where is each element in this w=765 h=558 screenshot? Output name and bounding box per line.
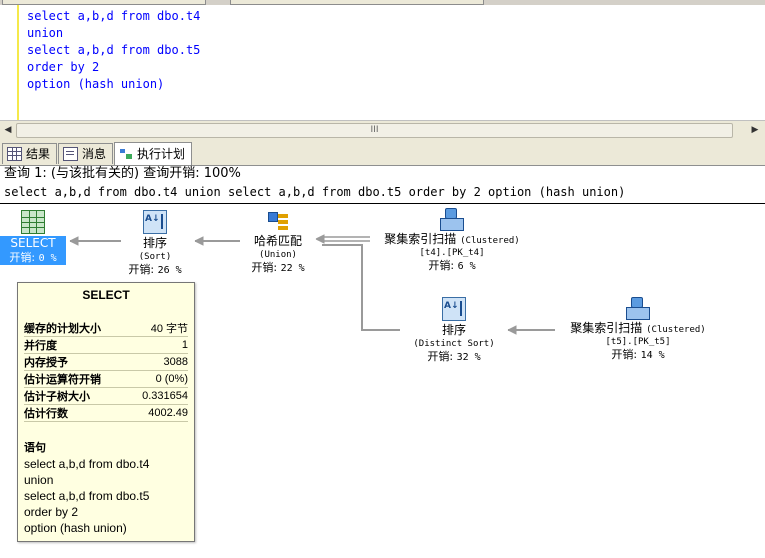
scroll-left-icon[interactable]: ◀ xyxy=(1,123,15,137)
property-row: 并行度 1 xyxy=(24,336,188,354)
hash-match-icon xyxy=(266,210,290,232)
operator-clustered-scan-t5[interactable]: 聚集索引扫描 (Clustered) [t5].[PK_t5] 开销: 14 % xyxy=(558,297,718,362)
operator-clustered-scan-t4[interactable]: 聚集索引扫描 (Clustered) [t4].[PK_t4] 开销: 6 % xyxy=(372,208,532,273)
code-line: option (hash union) xyxy=(27,77,165,91)
tab-messages[interactable]: 消息 xyxy=(58,143,114,164)
table-result-icon xyxy=(21,210,45,234)
operator-cost: 6 % xyxy=(457,261,476,272)
tooltip-title: SELECT xyxy=(82,288,130,302)
sort-icon xyxy=(442,297,466,321)
operator-sort[interactable]: 排序 (Sort) 开销: 26 % xyxy=(115,210,195,277)
grid-icon xyxy=(7,147,22,161)
tab-label: 消息 xyxy=(82,147,107,161)
operator-distinct-sort[interactable]: 排序 (Distinct Sort) 开销: 32 % xyxy=(400,297,508,364)
operator-object: [t5].[PK_t5] xyxy=(605,337,671,347)
editor-change-margin xyxy=(17,5,19,120)
operator-cost: 14 % xyxy=(640,350,665,361)
operator-type: (Union) xyxy=(259,250,297,260)
property-row: 估计子树大小 0.331654 xyxy=(24,387,188,405)
clustered-index-scan-icon xyxy=(626,297,650,320)
code-line: order by 2 xyxy=(27,60,100,74)
operator-name: 排序 xyxy=(441,323,466,337)
operator-select[interactable]: SELECT 开销: 0 % xyxy=(0,210,66,265)
results-tab-bar: 结果 消息 执行计划 xyxy=(0,140,765,166)
scroll-right-icon[interactable]: ▶ xyxy=(748,123,762,137)
tab-label: 结果 xyxy=(26,147,51,161)
operator-type: (Sort) xyxy=(138,252,172,262)
sort-icon xyxy=(143,210,167,234)
clustered-index-scan-icon xyxy=(440,208,464,231)
operator-type: (Distinct Sort) xyxy=(413,339,495,349)
tab-label: 执行计划 xyxy=(137,147,186,161)
property-row: 估计行数 4002.49 xyxy=(24,404,188,422)
property-row: 估计运算符开销 0 (0%) xyxy=(24,370,188,388)
operator-name: 聚集索引扫描 xyxy=(570,321,643,335)
code-line: select a,b,d from dbo.t4 xyxy=(27,9,201,23)
property-row: 缓存的计划大小 40 字节 xyxy=(24,320,188,337)
code-line: select a,b,d from dbo.t5 xyxy=(27,43,201,57)
tooltip-properties: 缓存的计划大小 40 字节 并行度 1 内存授予 3088 估计运算符开销 0 (0%)… xyxy=(24,320,188,422)
operator-tooltip: SELECT 缓存的计划大小 40 字节 并行度 1 内存授予 3088 估计运算符开… xyxy=(17,282,195,542)
tab-results[interactable]: 结果 xyxy=(2,143,58,164)
code-line: union xyxy=(27,26,64,40)
operator-kind: (Clustered) xyxy=(460,236,520,246)
operator-kind: (Clustered) xyxy=(646,325,706,335)
statement-text: select a,b,d from dbo.t4 union select a,… xyxy=(24,457,150,535)
operator-object: [t4].[PK_t4] xyxy=(419,248,485,258)
operator-cost: 22 % xyxy=(280,263,305,274)
tab-execution-plan[interactable]: 执行计划 xyxy=(114,142,193,165)
statement-label: 语句 xyxy=(24,442,46,454)
query-code[interactable]: select a,b,d from dbo.t4 union select a,… xyxy=(27,8,200,93)
operator-cost: 0 % xyxy=(38,253,57,264)
operator-name: 排序 xyxy=(142,236,167,250)
operator-hash-match[interactable]: 哈希匹配 (Union) 开销: 22 % xyxy=(238,210,318,275)
message-icon xyxy=(63,147,78,161)
operator-name: 哈希匹配 xyxy=(253,234,302,248)
operator-name: 聚集索引扫描 xyxy=(384,232,457,246)
execution-plan-icon xyxy=(119,148,133,160)
scrollbar-thumb[interactable]: III xyxy=(16,123,733,138)
operator-cost: 32 % xyxy=(456,352,481,363)
operator-cost: 26 % xyxy=(157,265,182,276)
property-row: 内存授予 3088 xyxy=(24,353,188,371)
query-editor[interactable]: select a,b,d from dbo.t4 union select a,… xyxy=(0,5,765,120)
operator-name: SELECT xyxy=(0,236,66,251)
horizontal-scrollbar[interactable]: ◀ III ▶ xyxy=(0,120,765,140)
